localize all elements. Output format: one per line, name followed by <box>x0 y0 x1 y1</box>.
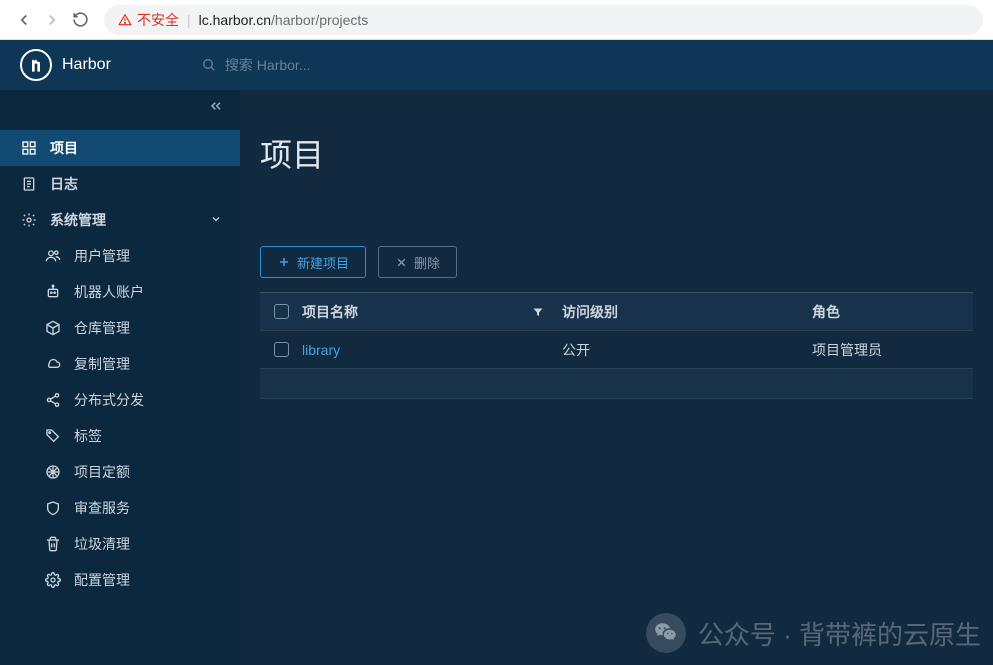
sidebar-item-projects[interactable]: 项目 <box>0 130 240 166</box>
main-content: 项目 新建项目 删除 项目名称 访问级别 角色 <box>240 90 993 665</box>
sidebar-collapse-button[interactable] <box>0 90 240 122</box>
share-icon <box>44 391 62 409</box>
app-logo[interactable]: Harbor <box>20 49 111 81</box>
sidebar-item-repos[interactable]: 仓库管理 <box>0 310 240 346</box>
sidebar-item-labels[interactable]: 标签 <box>0 418 240 454</box>
shield-icon <box>44 499 62 517</box>
url-path: /harbor/projects <box>271 12 368 28</box>
admin-icon <box>20 211 38 229</box>
sidebar-item-replication[interactable]: 复制管理 <box>0 346 240 382</box>
browser-bar: 不安全 | lc.harbor.cn/harbor/projects <box>0 0 993 40</box>
cloud-icon <box>44 355 62 373</box>
sidebar-item-label: 标签 <box>74 426 102 446</box>
button-label: 新建项目 <box>297 253 349 272</box>
app-header: Harbor <box>0 40 993 90</box>
column-name[interactable]: 项目名称 <box>302 302 562 322</box>
watermark-text: 公众号 · 背带裤的云原生 <box>698 615 981 652</box>
harbor-logo-icon <box>20 49 52 81</box>
row-access: 公开 <box>562 340 812 360</box>
tag-icon <box>44 427 62 445</box>
url-host: lc.harbor.cn <box>199 12 271 28</box>
sidebar-item-label: 用户管理 <box>74 246 130 266</box>
sidebar-item-label: 日志 <box>50 174 78 194</box>
users-icon <box>44 247 62 265</box>
projects-table: 项目名称 访问级别 角色 library 公开 项目管理员 <box>260 292 973 399</box>
sidebar-item-users[interactable]: 用户管理 <box>0 238 240 274</box>
sidebar-item-label: 项目 <box>50 138 78 158</box>
project-name-link[interactable]: library <box>302 342 340 358</box>
robot-icon <box>44 283 62 301</box>
row-checkbox[interactable] <box>274 342 289 357</box>
sidebar-item-robots[interactable]: 机器人账户 <box>0 274 240 310</box>
sidebar-item-label: 配置管理 <box>74 570 130 590</box>
watermark: 公众号 · 背带裤的云原生 <box>646 613 981 653</box>
sidebar-item-logs[interactable]: 日志 <box>0 166 240 202</box>
sidebar-item-administration[interactable]: 系统管理 <box>0 202 240 238</box>
sidebar-item-label: 系统管理 <box>50 210 106 230</box>
reload-button[interactable] <box>66 6 94 34</box>
sidebar-item-label: 项目定额 <box>74 462 130 482</box>
sidebar-item-distribution[interactable]: 分布式分发 <box>0 382 240 418</box>
sidebar-item-label: 仓库管理 <box>74 318 130 338</box>
table-footer <box>260 369 973 399</box>
sidebar-item-config[interactable]: 配置管理 <box>0 562 240 598</box>
new-project-button[interactable]: 新建项目 <box>260 246 366 278</box>
address-bar[interactable]: 不安全 | lc.harbor.cn/harbor/projects <box>104 5 983 35</box>
table-header: 项目名称 访问级别 角色 <box>260 293 973 331</box>
back-button[interactable] <box>10 6 38 34</box>
sidebar-item-label: 分布式分发 <box>74 390 144 410</box>
projects-icon <box>20 139 38 157</box>
column-role[interactable]: 角色 <box>812 302 973 322</box>
search-input[interactable] <box>225 57 525 73</box>
sidebar-item-quotas[interactable]: 项目定额 <box>0 454 240 490</box>
table-row[interactable]: library 公开 项目管理员 <box>260 331 973 369</box>
trash-icon <box>44 535 62 553</box>
gear-icon <box>44 571 62 589</box>
column-access[interactable]: 访问级别 <box>562 302 812 322</box>
sidebar-item-label: 垃圾清理 <box>74 534 130 554</box>
sidebar-item-interrogation[interactable]: 审查服务 <box>0 490 240 526</box>
select-all-checkbox[interactable] <box>274 304 289 319</box>
sidebar-item-label: 复制管理 <box>74 354 130 374</box>
action-row: 新建项目 删除 <box>260 246 973 278</box>
sidebar-item-gc[interactable]: 垃圾清理 <box>0 526 240 562</box>
app-name: Harbor <box>62 56 111 74</box>
sidebar: 项目 日志 系统管理 用户管理 机器人账户 仓库管理 复制管理 <box>0 90 240 665</box>
global-search[interactable] <box>201 57 525 73</box>
sidebar-item-label: 机器人账户 <box>74 282 144 302</box>
quota-icon <box>44 463 62 481</box>
cube-icon <box>44 319 62 337</box>
row-role: 项目管理员 <box>812 340 973 360</box>
logs-icon <box>20 175 38 193</box>
page-title: 项目 <box>260 130 973 176</box>
filter-icon[interactable] <box>532 306 544 318</box>
insecure-indicator: 不安全 <box>118 10 179 30</box>
button-label: 删除 <box>414 253 440 272</box>
wechat-icon <box>646 613 686 653</box>
sidebar-item-label: 审查服务 <box>74 498 130 518</box>
forward-button[interactable] <box>38 6 66 34</box>
delete-button[interactable]: 删除 <box>378 246 457 278</box>
chevron-down-icon <box>210 212 222 228</box>
